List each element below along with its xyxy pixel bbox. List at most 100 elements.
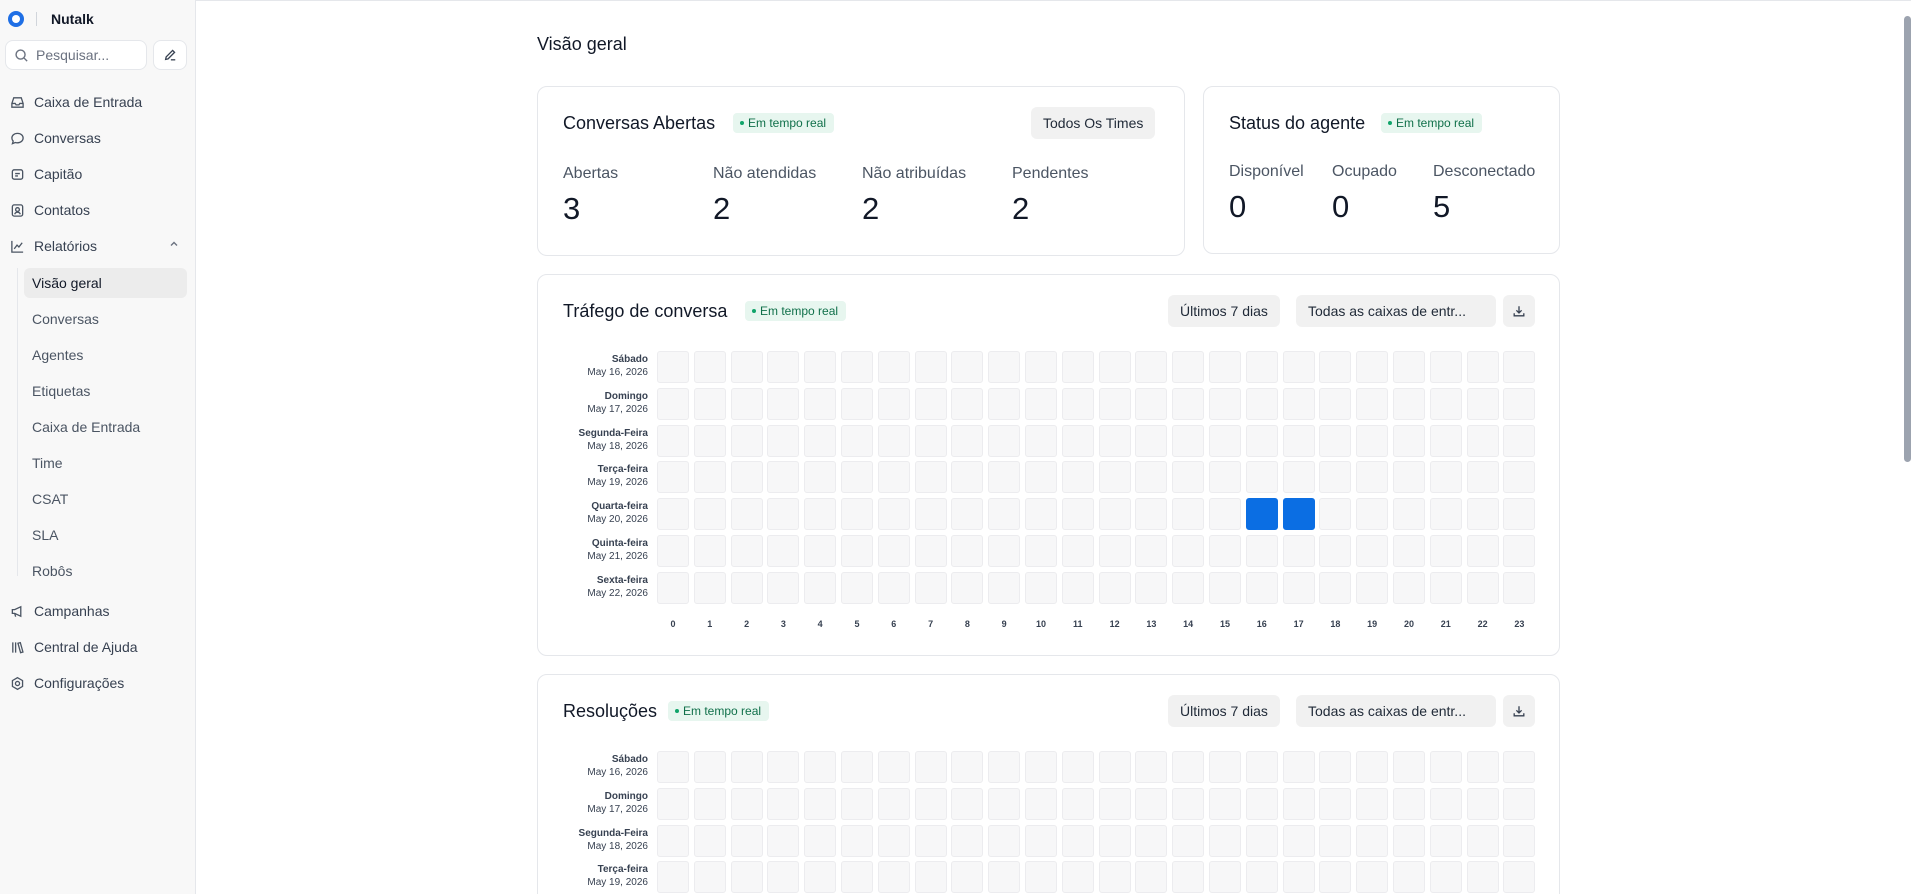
date-range-button[interactable]: Últimos 7 dias — [1168, 695, 1280, 727]
heatmap-cell — [1172, 861, 1205, 894]
heatmap-cell — [1245, 861, 1278, 894]
nav-contacts-label: Contatos — [34, 202, 91, 218]
captain-icon — [11, 168, 24, 180]
heatmap-cell — [767, 861, 800, 894]
inbox-filter-button[interactable]: Todas as caixas de entr... — [1296, 295, 1496, 327]
heatmap-cell — [914, 787, 947, 820]
nav-settings[interactable]: Configurações — [10, 672, 124, 694]
nav-help-center[interactable]: Central de Ajuda — [10, 636, 138, 658]
hour-label: 3 — [780, 618, 786, 629]
submenu-item[interactable]: Visão geral — [24, 268, 187, 298]
heatmap-cell — [1098, 424, 1131, 457]
heatmap-cell — [1393, 535, 1425, 567]
heatmap-cell — [1503, 787, 1536, 820]
heatmap-cell — [1282, 424, 1315, 457]
heatmap-cell — [1319, 351, 1352, 383]
heatmap-cell — [1098, 824, 1131, 857]
heatmap-cell — [1429, 571, 1462, 604]
download-button[interactable] — [1503, 295, 1535, 327]
live-badge-label: Em tempo real — [748, 116, 827, 130]
traffic-title: Tráfego de conversa — [563, 301, 728, 321]
heatmap-cell — [951, 571, 984, 604]
heatmap-cell — [1025, 751, 1057, 783]
nav-captain[interactable]: Capitão — [10, 163, 82, 185]
nav-inbox[interactable]: Caixa de Entrada — [10, 91, 142, 113]
submenu-guide-line — [17, 268, 18, 576]
heatmap-cell — [767, 787, 800, 820]
submenu-item[interactable]: Etiquetas — [24, 376, 187, 406]
metric-label: Não atendidas — [713, 165, 817, 182]
heatmap-cell — [914, 461, 947, 494]
chevron-up-icon[interactable] — [168, 238, 180, 250]
heatmap-cell — [767, 498, 800, 531]
submenu-item[interactable]: SLA — [24, 520, 187, 550]
day-name: Sexta-feira — [596, 574, 648, 586]
heatmap-cell — [1172, 498, 1205, 531]
hour-label: 1 — [707, 618, 713, 629]
hour-label: 14 — [1183, 618, 1194, 629]
submenu-item[interactable]: Caixa de Entrada — [24, 412, 187, 442]
live-badge: Em tempo real — [745, 301, 847, 321]
date-range-button[interactable]: Últimos 7 dias — [1168, 295, 1280, 327]
heatmap-cell — [1098, 351, 1131, 383]
heatmap-cell — [730, 571, 763, 604]
heatmap-cell — [1098, 387, 1131, 420]
heatmap-cell — [1356, 498, 1389, 531]
heatmap-cell — [693, 461, 726, 494]
inbox-filter-button[interactable]: Todas as caixas de entr... — [1296, 695, 1496, 727]
heatmap-cell — [1429, 351, 1462, 383]
submenu-item[interactable]: Robôs — [24, 556, 187, 586]
heatmap-cell — [1429, 461, 1462, 494]
heatmap-cell — [951, 387, 984, 420]
heatmap-cell — [1356, 824, 1389, 857]
heatmap-cell — [1356, 424, 1389, 457]
compose-button[interactable] — [153, 40, 187, 70]
heatmap-cell — [1061, 535, 1094, 567]
hour-label: 19 — [1367, 618, 1378, 629]
hour-label: 11 — [1073, 618, 1083, 629]
heatmap-cell — [1393, 751, 1425, 783]
day-name: Segunda-Feira — [578, 827, 648, 839]
heatmap-cell — [914, 861, 947, 894]
nav-contacts[interactable]: Contatos — [10, 199, 90, 221]
brand[interactable]: Nutalk — [8, 10, 94, 28]
search-icon — [15, 48, 28, 62]
search-input[interactable] — [36, 47, 146, 63]
heatmap-cell — [988, 461, 1021, 494]
live-badge-label: Em tempo real — [760, 304, 839, 318]
day-name: Terça-feira — [597, 464, 648, 476]
submenu-item[interactable]: Agentes — [24, 340, 187, 370]
nav-reports[interactable]: Relatórios — [10, 235, 97, 257]
scrollbar[interactable] — [1904, 16, 1911, 462]
team-filter-button[interactable]: Todos Os Times — [1031, 107, 1156, 139]
heatmap-cell — [1209, 861, 1241, 894]
search-box[interactable] — [5, 40, 147, 70]
download-button[interactable] — [1503, 695, 1535, 727]
nav-campaigns[interactable]: Campanhas — [10, 600, 110, 622]
sidebar: Nutalk Caixa de Entrada Conversas Capitã… — [0, 0, 196, 894]
heatmap-cell — [1135, 424, 1168, 457]
heatmap-cell — [1209, 787, 1241, 820]
day-date: May 18, 2026 — [587, 440, 648, 452]
heatmap-cell — [1245, 571, 1278, 604]
heatmap-cell — [693, 387, 726, 420]
day-name: Segunda-Feira — [578, 427, 648, 439]
submenu-item[interactable]: CSAT — [24, 484, 187, 514]
submenu-item[interactable]: Conversas — [24, 304, 187, 334]
gear-icon — [11, 676, 24, 690]
day-label: Segunda-Feira May 18, 2026 — [538, 827, 648, 853]
heatmap-cell — [1245, 387, 1278, 420]
nav-conversations[interactable]: Conversas — [10, 127, 101, 149]
submenu-item[interactable]: Time — [24, 448, 187, 478]
brand-logo-icon — [8, 11, 24, 27]
heatmap-cell — [693, 861, 726, 894]
day-date: May 16, 2026 — [587, 367, 648, 378]
nav-help-center-label: Central de Ajuda — [34, 639, 138, 655]
heatmap-cell — [1245, 498, 1278, 531]
heatmap-cell — [1466, 571, 1499, 604]
heatmap-cell — [841, 824, 873, 857]
heatmap-cell — [1466, 461, 1499, 494]
library-icon — [12, 641, 24, 653]
heatmap-cell — [1393, 387, 1425, 420]
heatmap-cell — [914, 571, 947, 604]
